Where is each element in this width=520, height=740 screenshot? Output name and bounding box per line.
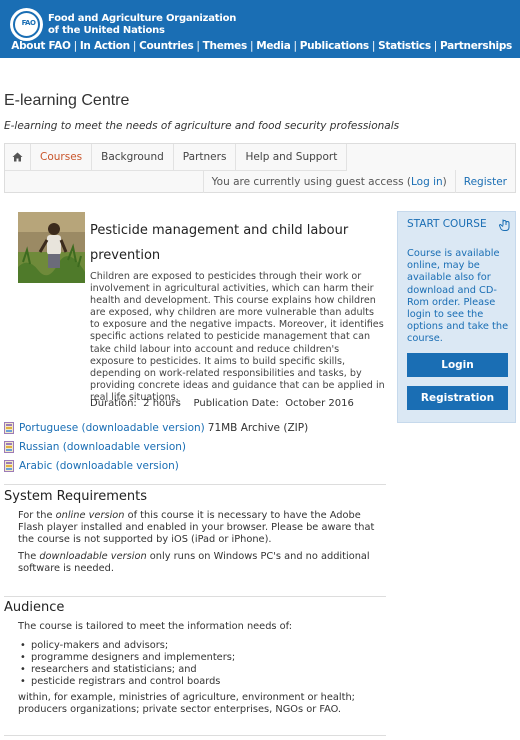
fao-logo[interactable]: FAO <box>10 8 43 41</box>
cursor-hand-icon <box>498 219 510 231</box>
nav-publications[interactable]: Publications <box>300 40 369 52</box>
tab-background[interactable]: Background <box>92 144 174 170</box>
publication-date-value: October 2016 <box>285 398 354 409</box>
duration-label: Duration: <box>90 398 137 409</box>
download-list: Portuguese (downloadable version) 71MB A… <box>4 418 308 475</box>
download-arabic-link[interactable]: Arabic (downloadable version) <box>19 460 179 472</box>
start-course-title: START COURSE <box>407 218 487 230</box>
fao-logo-text: FAO <box>21 19 36 27</box>
nav-separator: | <box>433 40 438 52</box>
course-meta: Duration: 2 hours Publication Date: Octo… <box>90 398 354 409</box>
login-button[interactable]: Login <box>407 353 508 377</box>
system-requirements-title: System Requirements <box>4 489 147 504</box>
nav-about-fao[interactable]: About FAO <box>11 40 71 52</box>
site-subtitle: E-learning to meet the needs of agricult… <box>4 120 400 132</box>
site-title[interactable]: E-learning Centre <box>4 92 129 110</box>
audience-list: • policy-makers and advisors; • programme … <box>20 640 235 688</box>
child-in-field-photo <box>18 212 85 283</box>
download-item: Russian (downloadable version) <box>4 437 308 456</box>
divider <box>4 735 386 736</box>
list-item-text: pesticide registrars and control boards <box>31 676 221 688</box>
archive-file-icon <box>4 440 14 453</box>
audience-title: Audience <box>4 600 65 615</box>
course-tab-bar: Courses Background Partners Help and Sup… <box>4 143 516 193</box>
download-item: Arabic (downloadable version) <box>4 456 308 475</box>
login-link[interactable]: Log in <box>411 176 443 188</box>
tab-help-and-support[interactable]: Help and Support <box>236 144 348 170</box>
online-version-emphasis: online version <box>55 510 125 521</box>
nav-themes[interactable]: Themes <box>203 40 248 52</box>
nav-separator: | <box>196 40 200 52</box>
bullet-dot: • <box>20 676 26 688</box>
list-item-text: programme designers and implementers; <box>31 652 236 664</box>
home-icon <box>12 152 23 162</box>
nav-separator: | <box>371 40 376 52</box>
header-bar: FAO Food and Agriculture Organization of… <box>0 0 520 58</box>
nav-separator: | <box>73 40 78 52</box>
guest-access-text: You are currently using guest access ( <box>211 175 411 188</box>
download-russian-link[interactable]: Russian (downloadable version) <box>19 441 186 453</box>
fao-logo-ring: FAO <box>13 11 40 38</box>
download-item: Portuguese (downloadable version) 71MB A… <box>4 418 308 437</box>
nav-separator: | <box>132 40 137 52</box>
guest-access-close: ) <box>442 175 447 188</box>
access-row: You are currently using guest access (Lo… <box>202 170 515 193</box>
divider <box>4 484 386 485</box>
list-item: • programme designers and implementers; <box>20 652 235 664</box>
list-item: • researchers and statisticians; and <box>20 664 235 676</box>
list-item: • pesticide registrars and control boards <box>20 676 235 688</box>
text-fragment: The <box>18 551 40 562</box>
list-item: • policy-makers and advisors; <box>20 640 235 652</box>
bullet-dot: • <box>20 652 26 664</box>
org-name-line-1: Food and Agriculture Organization <box>48 13 237 24</box>
nav-partnerships[interactable]: Partnerships <box>440 40 512 52</box>
start-course-panel: START COURSE Course is available online,… <box>397 211 516 423</box>
main-nav: About FAO | In Action | Countries | Them… <box>11 40 512 52</box>
list-item-text: policy-makers and advisors; <box>31 640 169 651</box>
start-course-text: Course is available online, may be avail… <box>407 248 509 345</box>
audience-outro: within, for example, ministries of agric… <box>18 692 355 716</box>
divider <box>4 596 386 597</box>
nav-separator: | <box>249 40 254 52</box>
register-link[interactable]: Register <box>454 170 515 193</box>
system-requirements-text-1: For the online version of this course it… <box>18 510 380 547</box>
tab-home[interactable] <box>5 144 31 170</box>
course-title: Pesticide management and child labour pr… <box>90 223 349 263</box>
publication-date-label: Publication Date: <box>193 398 279 409</box>
text-fragment: For the <box>18 510 56 521</box>
audience-intro: The course is tailored to meet the infor… <box>18 621 293 632</box>
system-requirements-text-2: The downloadable version only runs on Wi… <box>18 551 380 575</box>
nav-statistics[interactable]: Statistics <box>378 40 431 52</box>
organization-name[interactable]: Food and Agriculture Organization of the… <box>48 13 236 37</box>
tab-partners[interactable]: Partners <box>174 144 237 170</box>
nav-separator: | <box>293 40 297 52</box>
archive-file-icon <box>4 459 14 472</box>
registration-button[interactable]: Registration <box>407 386 508 410</box>
nav-countries[interactable]: Countries <box>139 40 194 52</box>
guest-access-info: You are currently using guest access (Lo… <box>202 170 455 193</box>
download-portuguese-link[interactable]: Portuguese (downloadable version) <box>19 422 205 434</box>
nav-in-action[interactable]: In Action <box>80 40 130 52</box>
duration-value: 2 hours <box>143 398 181 409</box>
org-name-line-2: of the United Nations <box>48 25 165 36</box>
course-description: Children are exposed to pesticides throu… <box>90 271 385 403</box>
course-image <box>18 212 85 283</box>
archive-file-icon <box>4 421 14 434</box>
nav-media[interactable]: Media <box>256 40 291 52</box>
download-portuguese-size: 71MB Archive (ZIP) <box>207 421 309 434</box>
list-item-text: researchers and statisticians; and <box>31 664 197 676</box>
tabs-row: Courses Background Partners Help and Sup… <box>5 144 348 171</box>
downloadable-version-emphasis: downloadable version <box>39 551 147 562</box>
tab-courses[interactable]: Courses <box>31 144 93 170</box>
bullet-dot: • <box>20 640 26 651</box>
bullet-dot: • <box>20 664 26 676</box>
